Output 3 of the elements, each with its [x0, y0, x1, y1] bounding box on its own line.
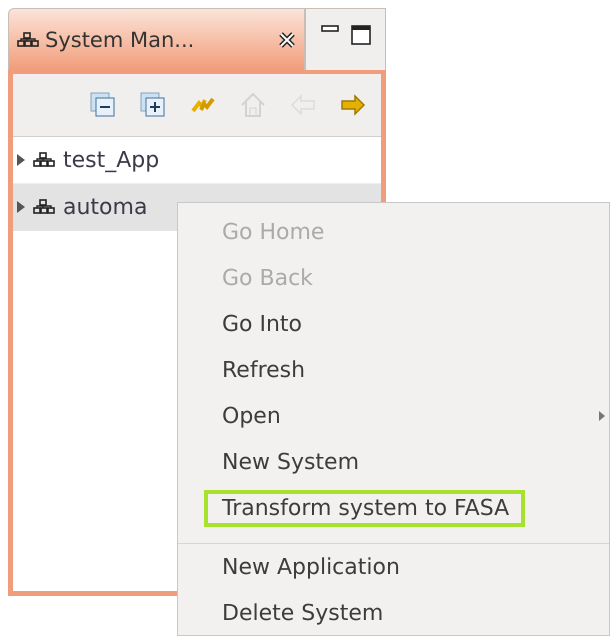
tab-title: System Man... [45, 28, 196, 52]
tree-item-label: test_App [63, 148, 160, 172]
tree-item-label: automa [63, 194, 148, 220]
